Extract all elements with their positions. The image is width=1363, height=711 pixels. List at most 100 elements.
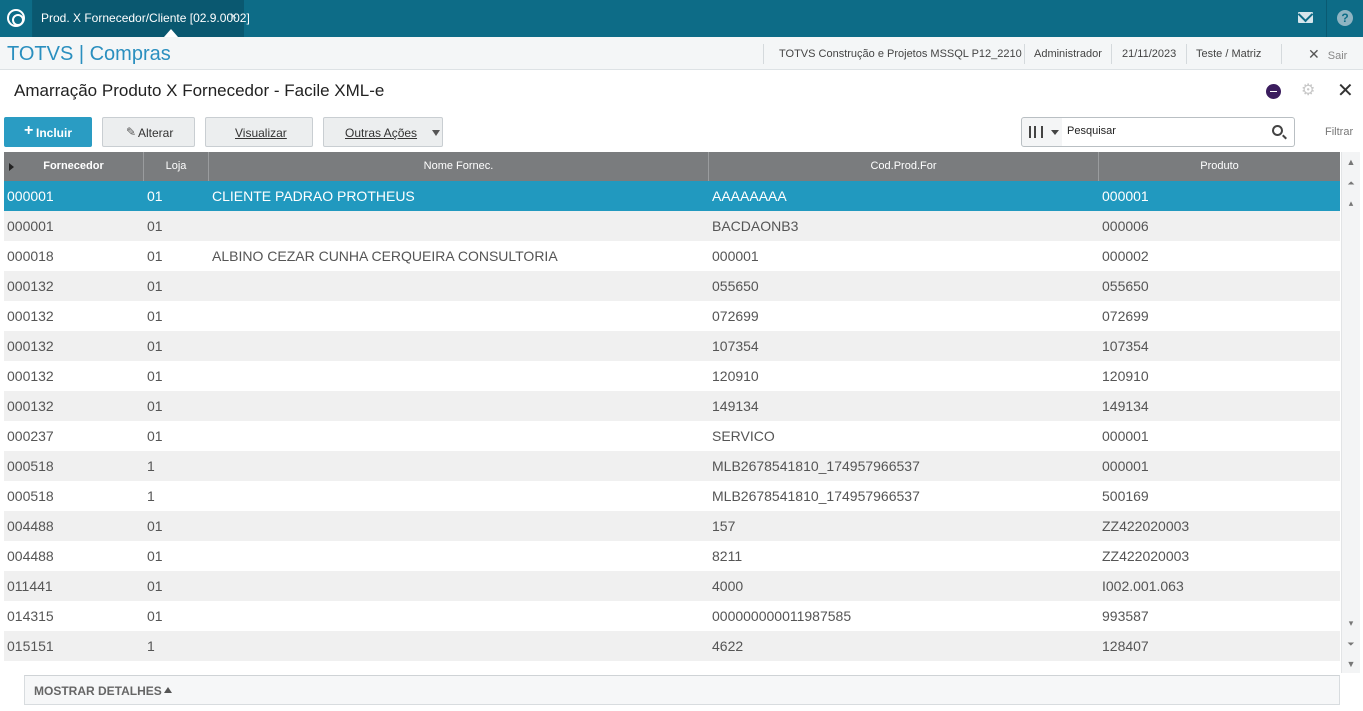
module-header: TOTVS | Compras TOTVS Construção e Proje… bbox=[0, 37, 1363, 70]
cell-loja: 01 bbox=[147, 548, 163, 564]
cell-cod-prod-for: 4000 bbox=[712, 578, 744, 594]
view-label: Visualizar bbox=[235, 126, 287, 140]
exit-button[interactable]: ✕ Sair bbox=[1308, 46, 1347, 63]
table-row[interactable]: 000518 1 MLB2678541810_174957966537 500169 bbox=[4, 481, 1340, 511]
table-row[interactable]: 000001 01 CLIENTE PADRAO PROTHEUS AAAAAAAA 0… bbox=[4, 181, 1340, 211]
column-header-loja[interactable]: Loja bbox=[144, 152, 209, 181]
tab-close-icon[interactable]: × bbox=[230, 9, 237, 23]
cell-cod-prod-for: 149134 bbox=[712, 398, 759, 414]
table-row[interactable]: 000132 01 120910 120910 bbox=[4, 361, 1340, 391]
table-row[interactable]: 000132 01 107354 107354 bbox=[4, 331, 1340, 361]
grid-header: Fornecedor Loja Nome Fornec. Cod.Prod.Fo… bbox=[4, 152, 1340, 181]
column-header-nome-fornec[interactable]: Nome Fornec. bbox=[209, 152, 709, 181]
cell-fornecedor: 000132 bbox=[7, 398, 54, 414]
cell-produto: ZZ422020003 bbox=[1102, 518, 1190, 534]
tab-active-indicator bbox=[164, 29, 178, 37]
cell-loja: 01 bbox=[147, 248, 163, 264]
more-actions-button[interactable]: Outras Ações bbox=[323, 117, 443, 147]
cell-loja: 01 bbox=[147, 338, 163, 354]
scroll-up-icon[interactable]: ▴ bbox=[1345, 196, 1357, 210]
cell-loja: 01 bbox=[147, 278, 163, 294]
window-bar: Prod. X Fornecedor/Cliente [02.9.0002] ×… bbox=[0, 0, 1363, 37]
divider bbox=[1111, 44, 1112, 64]
table-row[interactable]: 004488 01 8211 ZZ422020003 bbox=[4, 541, 1340, 571]
details-toggle[interactable]: MOSTRAR DETALHES bbox=[24, 675, 1340, 705]
cell-fornecedor: 000132 bbox=[7, 308, 54, 324]
table-row[interactable]: 000132 01 055650 055650 bbox=[4, 271, 1340, 301]
totvs-logo-icon[interactable] bbox=[7, 9, 25, 27]
table-row[interactable]: 015151 1 4622 128407 bbox=[4, 631, 1340, 661]
alter-button[interactable]: ✎ Alterar bbox=[102, 117, 195, 147]
scroll-down-icon[interactable]: ▾ bbox=[1345, 616, 1357, 630]
page-title: Amarração Produto X Fornecedor - Facile … bbox=[14, 81, 385, 100]
mail-icon[interactable] bbox=[1298, 12, 1313, 23]
table-row[interactable]: 014315 01 000000000011987585 993587 bbox=[4, 601, 1340, 631]
cell-produto: 149134 bbox=[1102, 398, 1149, 414]
cell-cod-prod-for: 000000000011987585 bbox=[712, 608, 852, 624]
scroll-page-up-icon[interactable]: ⏶ bbox=[1345, 176, 1357, 190]
exit-label: Sair bbox=[1327, 50, 1348, 62]
tab-prod-fornecedor[interactable]: Prod. X Fornecedor/Cliente [02.9.0002] × bbox=[33, 0, 250, 37]
cell-fornecedor: 000518 bbox=[7, 458, 54, 474]
cell-produto: 993587 bbox=[1102, 608, 1149, 624]
column-header-cod-prod-for[interactable]: Cod.Prod.For bbox=[709, 152, 1099, 181]
cell-fornecedor: 000018 bbox=[7, 248, 54, 264]
divider bbox=[1024, 44, 1025, 64]
table-row[interactable]: 000518 1 MLB2678541810_174957966537 000001 bbox=[4, 451, 1340, 481]
divider bbox=[1281, 44, 1282, 64]
cell-cod-prod-for: 157 bbox=[712, 518, 736, 534]
cell-cod-prod-for: BACDAONB3 bbox=[712, 218, 799, 234]
scroll-bottom-icon[interactable]: ▼ bbox=[1345, 657, 1357, 671]
view-button[interactable]: Visualizar bbox=[205, 117, 313, 147]
plus-icon: + bbox=[24, 122, 34, 139]
chevron-down-icon bbox=[1051, 130, 1059, 135]
cell-produto: 000006 bbox=[1102, 218, 1149, 234]
cell-cod-prod-for: 072699 bbox=[712, 308, 759, 324]
cell-loja: 01 bbox=[147, 518, 163, 534]
cell-fornecedor: 015151 bbox=[7, 638, 54, 654]
table-row[interactable]: 000001 01 BACDAONB3 000006 bbox=[4, 211, 1340, 241]
search-input[interactable] bbox=[1067, 125, 1267, 137]
vertical-scrollbar[interactable]: ▲ ⏶ ▴ ▾ ⏷ ▼ bbox=[1341, 152, 1360, 673]
gear-icon[interactable]: ⚙ bbox=[1301, 83, 1315, 99]
cell-loja: 1 bbox=[147, 458, 155, 474]
table-row[interactable]: 000018 01 ALBINO CEZAR CUNHA CERQUEIRA CON… bbox=[4, 241, 1340, 271]
scroll-top-icon[interactable]: ▲ bbox=[1345, 155, 1357, 169]
ellipse-e-icon[interactable] bbox=[1266, 84, 1281, 99]
cell-loja: 01 bbox=[147, 608, 163, 624]
more-actions-label: Outras Ações bbox=[345, 126, 418, 140]
close-icon[interactable]: ✕ bbox=[1337, 81, 1354, 101]
cell-produto: 107354 bbox=[1102, 338, 1149, 354]
cell-cod-prod-for: MLB2678541810_174957966537 bbox=[712, 458, 920, 474]
columns-icon bbox=[1029, 126, 1043, 138]
column-header-fornecedor[interactable]: Fornecedor bbox=[4, 152, 144, 181]
cell-cod-prod-for: 055650 bbox=[712, 278, 759, 294]
table-row[interactable]: 000237 01 SERVICO 000001 bbox=[4, 421, 1340, 451]
table-row[interactable]: 011441 01 4000 I002.001.063 bbox=[4, 571, 1340, 601]
table-row[interactable]: 004488 01 157 ZZ422020003 bbox=[4, 511, 1340, 541]
column-header-produto[interactable]: Produto bbox=[1099, 152, 1340, 181]
cell-produto: 000001 bbox=[1102, 428, 1149, 444]
cell-cod-prod-for: 000001 bbox=[712, 248, 759, 264]
include-button[interactable]: + Incluir bbox=[4, 117, 92, 147]
search-icon[interactable] bbox=[1272, 125, 1283, 136]
include-label: Incluir bbox=[36, 126, 73, 140]
alter-label: Alterar bbox=[138, 126, 174, 140]
close-icon: ✕ bbox=[1308, 46, 1320, 62]
table-row[interactable]: 000132 01 149134 149134 bbox=[4, 391, 1340, 421]
cell-cod-prod-for: SERVICO bbox=[712, 428, 775, 444]
help-icon[interactable]: ? bbox=[1337, 10, 1353, 26]
chevron-up-icon bbox=[164, 687, 172, 693]
cell-produto: 500169 bbox=[1102, 488, 1149, 504]
cell-fornecedor: 000518 bbox=[7, 488, 54, 504]
pencil-icon: ✎ bbox=[126, 125, 137, 139]
cell-nome-fornec: ALBINO CEZAR CUNHA CERQUEIRA CONSULTORIA bbox=[212, 248, 558, 264]
table-row[interactable]: 000132 01 072699 072699 bbox=[4, 301, 1340, 331]
filter-link[interactable]: Filtrar bbox=[1325, 126, 1353, 138]
cell-produto: 055650 bbox=[1102, 278, 1149, 294]
cell-fornecedor: 000001 bbox=[7, 218, 54, 234]
cell-cod-prod-for: MLB2678541810_174957966537 bbox=[712, 488, 920, 504]
cell-loja: 01 bbox=[147, 308, 163, 324]
column-selector[interactable] bbox=[1021, 117, 1063, 147]
scroll-page-down-icon[interactable]: ⏷ bbox=[1345, 637, 1357, 651]
